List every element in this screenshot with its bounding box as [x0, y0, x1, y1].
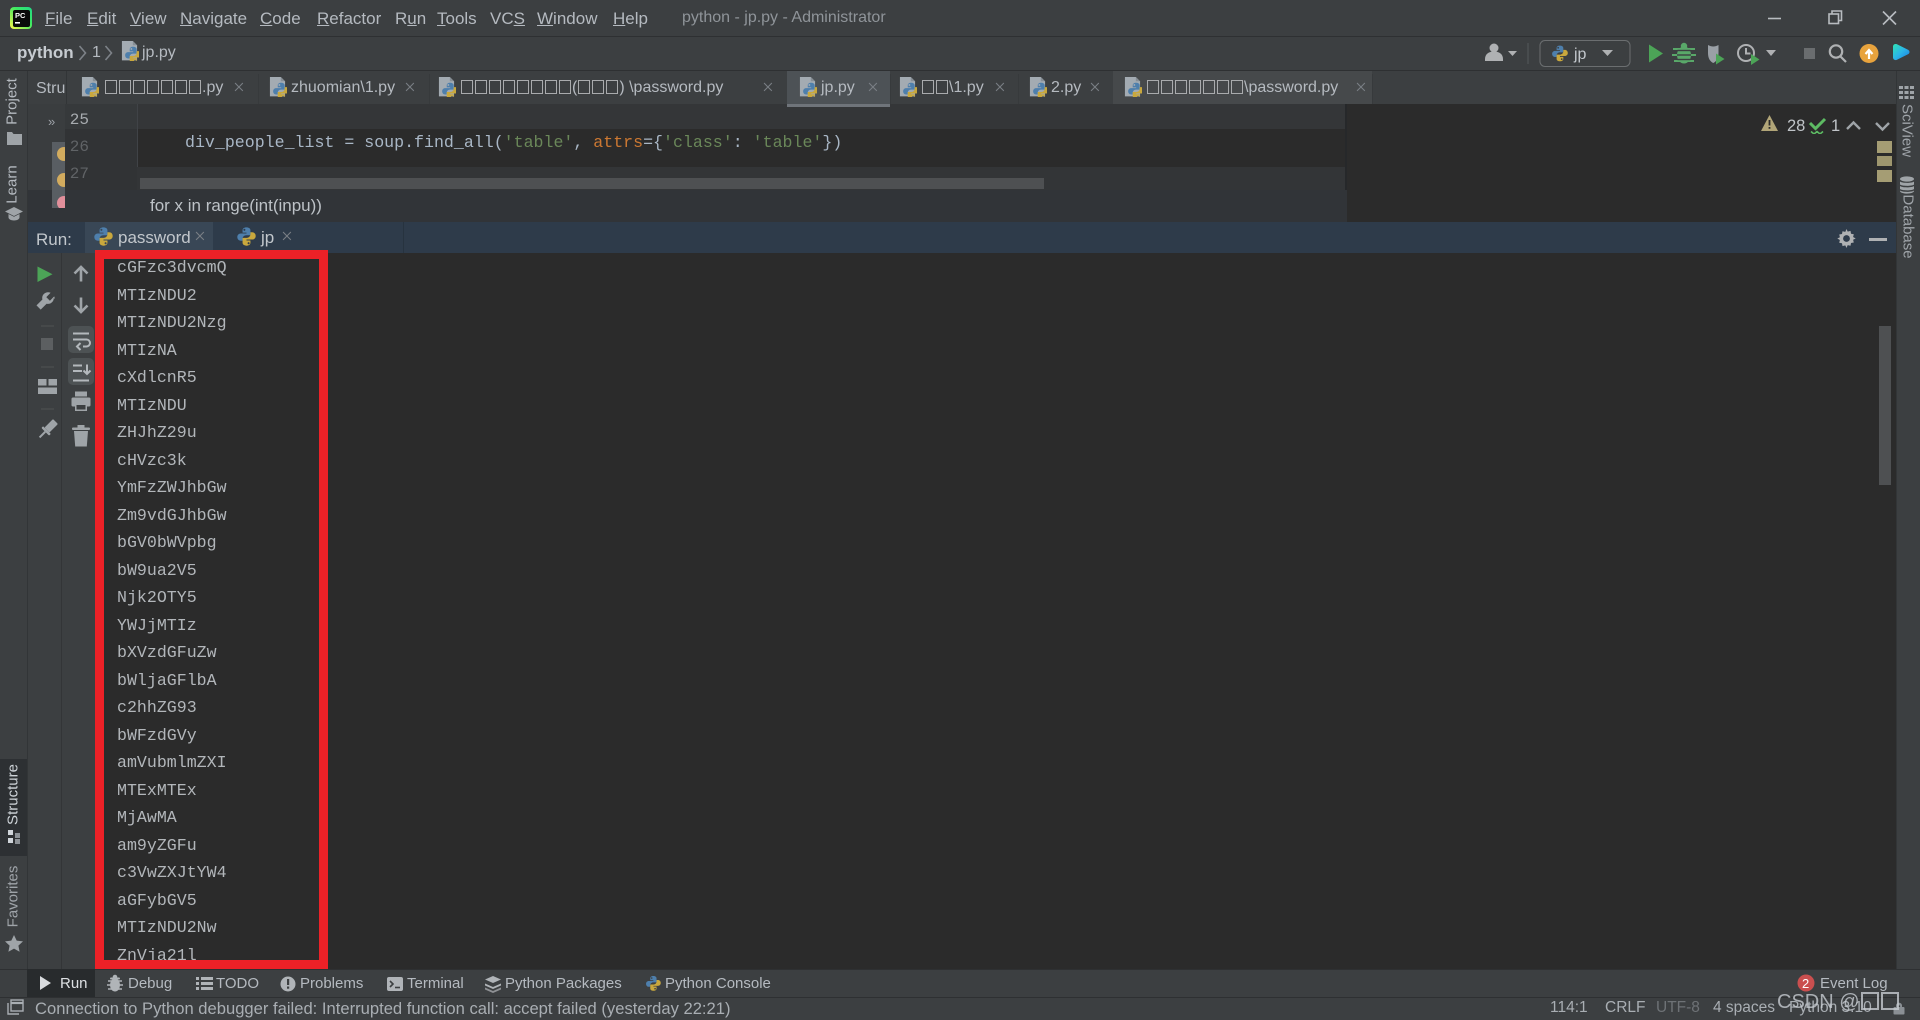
svg-text:1: 1 [1831, 117, 1840, 134]
svg-text:PC: PC [15, 11, 26, 20]
svg-text:jp: jp [1573, 46, 1587, 63]
svg-text:28: 28 [1787, 117, 1805, 134]
svg-text:2: 2 [1802, 976, 1809, 991]
